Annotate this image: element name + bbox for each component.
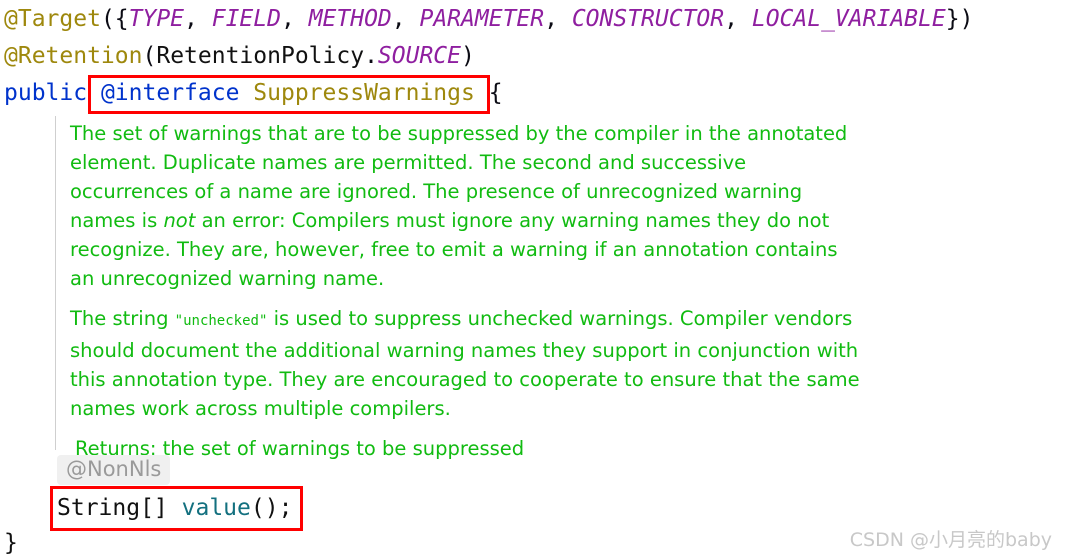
javadoc-returns-line: Returns: the set of warnings to be suppr…	[75, 437, 525, 460]
javadoc-paragraph-2: The string "unchecked" is used to suppre…	[70, 304, 860, 423]
paren-close: )	[461, 43, 475, 69]
brace-paren-close: })	[945, 6, 974, 32]
enum-constant-source: SOURCE	[377, 43, 462, 69]
separator-comma: ,	[280, 6, 309, 32]
watermark-csdn: CSDN @小月亮的baby	[849, 529, 1052, 551]
brace-open: {	[488, 80, 503, 106]
enum-constant-parameter: PARAMETER	[419, 6, 545, 32]
paren-open: (	[142, 43, 157, 69]
javadoc-left-rule	[55, 116, 56, 450]
code-line-retention-annotation: @Retention(RetentionPolicy.SOURCE)	[4, 41, 475, 71]
separator-comma: ,	[391, 6, 420, 32]
annotation-retention: @Retention	[4, 43, 143, 69]
code-editor-screenshot: @Target({TYPE, FIELD, METHOD, PARAMETER,…	[0, 0, 1066, 558]
separator-comma: ,	[184, 6, 212, 32]
enum-constant-local-variable: LOCAL_VARIABLE	[751, 6, 946, 32]
return-type-string-array: String[]	[57, 495, 168, 521]
keyword-public: public	[4, 80, 88, 106]
code-line-interface-declaration: public @interface SuppressWarnings {	[4, 78, 503, 108]
enum-constant-method: METHOD	[308, 6, 392, 32]
method-parens-semicolon: ();	[250, 495, 293, 521]
separator-comma: ,	[724, 6, 752, 32]
dot-operator: .	[364, 43, 378, 69]
code-line-target-annotation: @Target({TYPE, FIELD, METHOD, PARAMETER,…	[4, 4, 973, 34]
code-line-closing-brace: }	[4, 530, 18, 556]
method-name-value: value	[181, 495, 251, 521]
identifier-retention-policy: RetentionPolicy	[156, 43, 365, 69]
code-line-method-declaration: String[] value();	[57, 492, 292, 524]
inlay-hint-nonnls[interactable]: @NonNls	[57, 455, 171, 485]
enum-constant-field: FIELD	[211, 6, 281, 32]
javadoc-comment-block: The set of warnings that are to be suppr…	[70, 119, 860, 474]
enum-constant-type: TYPE	[128, 6, 185, 32]
paren-open-brace: ({	[100, 6, 129, 32]
javadoc-paragraph-1: The set of warnings that are to be suppr…	[70, 119, 860, 293]
keyword-at-interface: @interface	[100, 80, 240, 106]
javadoc-code-unchecked: "unchecked"	[174, 313, 268, 329]
javadoc-emphasis-not: not	[163, 209, 196, 232]
enum-constant-constructor: CONSTRUCTOR	[571, 6, 725, 32]
annotation-target: @Target	[4, 6, 101, 32]
type-name-suppresswarnings: SuppressWarnings	[253, 80, 475, 106]
separator-comma: ,	[544, 6, 572, 32]
javadoc-text-part-3: The string	[70, 307, 175, 330]
